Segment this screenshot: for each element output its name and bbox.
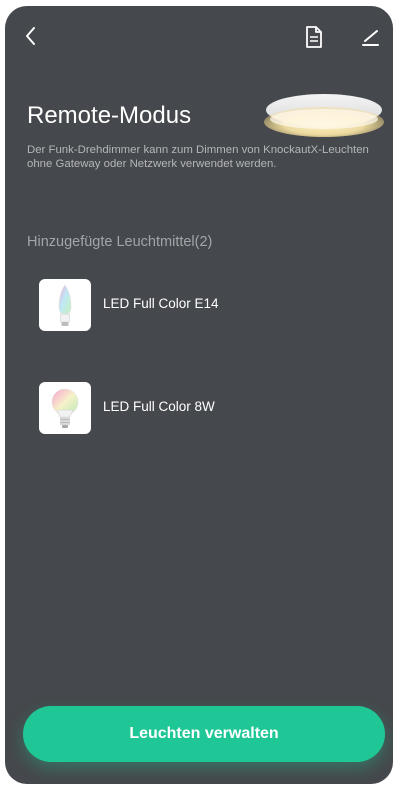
manage-lights-button[interactable]: Leuchten verwalten [23, 706, 385, 762]
document-icon [306, 26, 322, 48]
app-screen: Remote-Modus Der Funk-Drehdimmer kann zu… [5, 6, 393, 784]
mode-description: Der Funk-Drehdimmer kann zum Dimmen von … [27, 144, 369, 170]
back-button[interactable] [19, 24, 43, 48]
bulb-list-item[interactable]: LED Full Color 8W [39, 382, 369, 434]
bulb-name: LED Full Color 8W [103, 399, 215, 414]
added-bulbs-heading: Hinzugefügte Leuchtmittel(2) [27, 234, 213, 250]
top-bar [5, 6, 393, 66]
page-title: Remote-Modus [27, 102, 192, 129]
candle-bulb-icon [58, 284, 72, 326]
edit-button[interactable] [357, 24, 383, 50]
bulb-thumbnail [39, 279, 91, 331]
bulb-thumbnail [39, 382, 91, 434]
document-button[interactable] [301, 24, 327, 50]
bulb-icon [51, 388, 79, 428]
pencil-icon [362, 30, 379, 46]
bulb-name: LED Full Color E14 [103, 296, 219, 311]
ceiling-lamp-image [261, 88, 387, 148]
chevron-left-icon [26, 27, 35, 45]
bulb-list-item[interactable]: LED Full Color E14 [39, 279, 369, 331]
